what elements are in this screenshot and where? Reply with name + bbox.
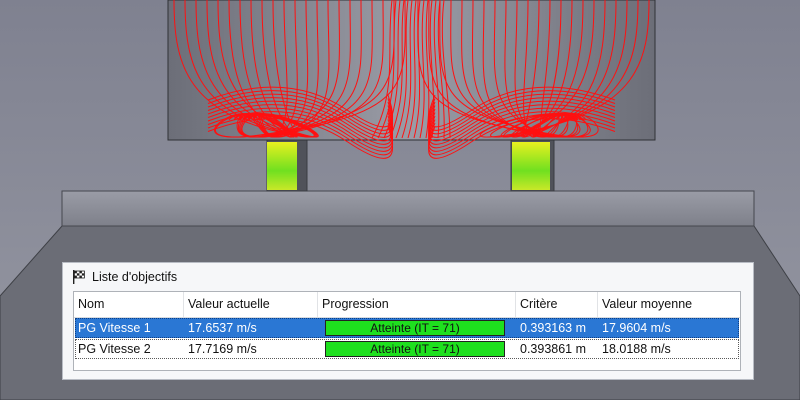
nozzle-right-flow <box>512 142 550 190</box>
cell-average-value: 18.0188 m/s <box>602 342 671 356</box>
cell-current-value: 17.7169 m/s <box>188 342 257 356</box>
checkered-flag-icon <box>73 270 85 284</box>
goals-table[interactable]: Nom Valeur actuelle Progression Critère … <box>73 291 741 371</box>
table-row[interactable]: PG Vitesse 2 17.7169 m/s Atteinte (IT = … <box>75 339 739 359</box>
cell-average-value: 17.9604 m/s <box>602 321 671 335</box>
progress-label: Atteinte (IT = 71) <box>370 321 460 335</box>
panel-titlebar: Liste d'objectifs <box>63 263 753 291</box>
table-header: Nom Valeur actuelle Progression Critère … <box>74 292 740 318</box>
column-header-critere[interactable]: Critère <box>516 292 598 317</box>
cell-criterion: 0.393861 m <box>520 342 587 356</box>
table-row[interactable]: PG Vitesse 1 17.6537 m/s Atteinte (IT = … <box>75 318 739 338</box>
column-header-progression[interactable]: Progression <box>318 292 516 317</box>
progress-bar: Atteinte (IT = 71) <box>325 341 505 357</box>
nozzle-left-flow <box>267 142 297 190</box>
cell-current-value: 17.6537 m/s <box>188 321 257 335</box>
panel-title: Liste d'objectifs <box>92 270 178 284</box>
column-header-nom[interactable]: Nom <box>74 292 184 317</box>
column-header-valeur-moyenne[interactable]: Valeur moyenne <box>598 292 740 317</box>
progress-bar: Atteinte (IT = 71) <box>325 320 505 336</box>
goals-list-panel: Liste d'objectifs Nom Valeur actuelle Pr… <box>62 262 754 380</box>
column-header-valeur-actuelle[interactable]: Valeur actuelle <box>184 292 318 317</box>
progress-label: Atteinte (IT = 71) <box>370 342 460 356</box>
base-plate <box>61 190 755 227</box>
cell-name: PG Vitesse 2 <box>78 342 151 356</box>
cell-criterion: 0.393163 m <box>520 321 587 335</box>
cell-name: PG Vitesse 1 <box>78 321 151 335</box>
